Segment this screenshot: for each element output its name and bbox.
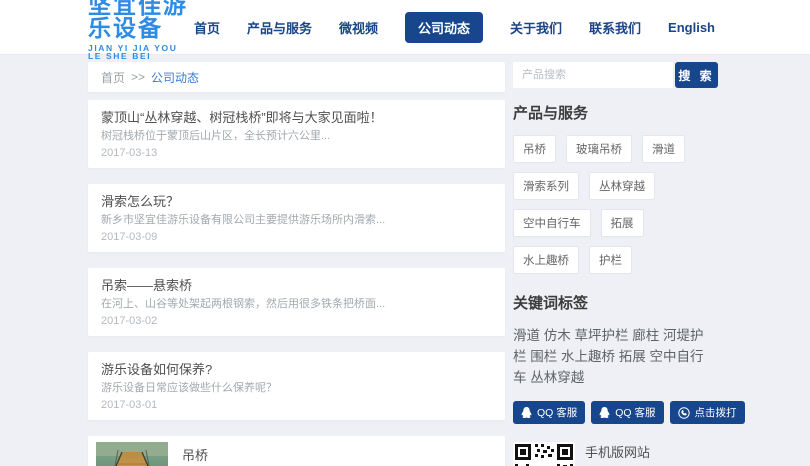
search-input[interactable]	[513, 62, 673, 88]
product-tag-kongzhong-zixingche[interactable]: 空中自行车	[513, 209, 591, 237]
click-to-call-button[interactable]: 点击拨打	[670, 401, 745, 424]
brand-subtitle: JIAN YI JIA YOU LE SHE BEI	[88, 44, 194, 61]
product-tag-diaoqiao[interactable]: 吊桥	[513, 135, 556, 163]
breadcrumb-home-link[interactable]: 首页	[101, 69, 125, 86]
product-tag-tuozhan[interactable]: 拓展	[601, 209, 644, 237]
search-bar: 搜 索	[513, 62, 718, 88]
news-item-2[interactable]: 滑索怎么玩？ 新乡市坚宜佳游乐设备有限公司主要提供游乐场所内滑索... 2017…	[88, 184, 505, 252]
news-date: 2017-03-13	[101, 146, 492, 160]
nav-item-products[interactable]: 产品与服务	[247, 18, 312, 37]
news-date: 2017-03-02	[101, 314, 492, 328]
mobile-site-info: 手机版网站 扫描二维码，即可打开坚宜佳游乐设备手机版网站，随时随地浏览、收藏、分…	[585, 442, 718, 466]
contact-buttons: QQ 客服 QQ 客服 点击拨打	[513, 401, 718, 424]
news-column: 首页 >> 公司动态 蒙顶山“丛林穿越、树冠栈桥”即将与大家见面啦！ 树冠栈桥位…	[88, 62, 505, 466]
news-title: 游乐设备如何保养?	[101, 361, 492, 378]
click-to-call-label: 点击拨打	[695, 405, 737, 420]
news-title: 滑索怎么玩？	[101, 193, 492, 210]
search-button[interactable]: 搜 索	[675, 62, 718, 88]
product-tags: 吊桥 玻璃吊桥 滑道 滑索系列 丛林穿越 空中自行车 拓展 水上趣桥 护栏	[513, 135, 718, 274]
news-title: 吊索——悬索桥	[101, 277, 492, 294]
qrcode-image	[513, 442, 575, 466]
news-item-1[interactable]: 蒙顶山“丛林穿越、树冠栈桥”即将与大家见面啦！ 树冠栈桥位于蒙顶后山片区，全长预…	[88, 100, 505, 168]
breadcrumb-separator: >>	[131, 70, 145, 84]
keywords-text[interactable]: 滑道 仿木 草坪护栏 廊柱 河堤护栏 围栏 水上趣桥 拓展 空中自行车 丛林穿越	[513, 325, 713, 388]
product-tag-huadao[interactable]: 滑道	[642, 135, 685, 163]
breadcrumb-current[interactable]: 公司动态	[151, 69, 199, 86]
main-nav: 首页 产品与服务 微视频 公司动态 关于我们 联系我们 English	[194, 12, 715, 43]
news-title: 吊桥	[182, 447, 492, 464]
nav-item-about[interactable]: 关于我们	[510, 18, 562, 37]
product-tag-hulan[interactable]: 护栏	[589, 246, 632, 274]
brand-logo[interactable]: 坚宜佳游乐设备 JIAN YI JIA YOU LE SHE BEI	[88, 0, 194, 61]
qq-service-button-1[interactable]: QQ 客服	[513, 401, 585, 424]
qq-icon	[599, 407, 610, 419]
sidebar: 搜 索 产品与服务 吊桥 玻璃吊桥 滑道 滑索系列 丛林穿越 空中自行车 拓展 …	[513, 62, 718, 466]
news-summary: 树冠栈桥位于蒙顶后山片区，全长预计六公里...	[101, 129, 492, 144]
products-heading: 产品与服务	[513, 102, 718, 123]
news-summary: 新乡市坚宜佳游乐设备有限公司主要提供游乐场所内滑索...	[101, 213, 492, 228]
phone-icon	[678, 407, 690, 419]
nav-item-videos[interactable]: 微视频	[339, 18, 378, 37]
product-tag-conglin-chuanyue[interactable]: 丛林穿越	[589, 172, 655, 200]
header: 坚宜佳游乐设备 JIAN YI JIA YOU LE SHE BEI 首页 产品…	[0, 0, 810, 55]
brand-title: 坚宜佳游乐设备	[88, 0, 194, 40]
product-tag-boli-diaoqiao[interactable]: 玻璃吊桥	[566, 135, 632, 163]
mobile-site-heading: 手机版网站	[585, 442, 718, 461]
product-tag-huasuo-xilie[interactable]: 滑索系列	[513, 172, 579, 200]
nav-item-home[interactable]: 首页	[194, 18, 220, 37]
nav-item-contact[interactable]: 联系我们	[589, 18, 641, 37]
news-item-3[interactable]: 吊索——悬索桥 在河上、山谷等处架起两根钢索，然后用很多铁条把桥面... 201…	[88, 268, 505, 336]
keywords-heading: 关键词标签	[513, 292, 718, 313]
qq-icon	[521, 407, 532, 419]
news-date: 2017-03-01	[101, 398, 492, 412]
nav-item-english[interactable]: English	[668, 20, 715, 35]
news-date: 2017-03-09	[101, 230, 492, 244]
news-summary: 游乐设备日常应该做些什么保养呢？	[101, 381, 492, 396]
qq-service-label: QQ 客服	[615, 405, 655, 420]
news-thumbnail-bridge-photo	[96, 442, 168, 466]
news-body: 吊桥 吊桥又称悬索桥，由悬索，桥塔，吊杆，锚碇，加劲梁及桥面系所组成 2017-…	[182, 442, 492, 466]
news-item-5[interactable]: 吊桥 吊桥又称悬索桥，由悬索，桥塔，吊杆，锚碇，加劲梁及桥面系所组成 2017-…	[88, 436, 505, 466]
breadcrumb: 首页 >> 公司动态	[88, 62, 505, 92]
nav-item-news[interactable]: 公司动态	[405, 12, 483, 43]
mobile-site-section: 手机版网站 扫描二维码，即可打开坚宜佳游乐设备手机版网站，随时随地浏览、收藏、分…	[513, 442, 718, 466]
news-title: 蒙顶山“丛林穿越、树冠栈桥”即将与大家见面啦！	[101, 109, 492, 126]
qq-service-label: QQ 客服	[537, 405, 577, 420]
main-content: 首页 >> 公司动态 蒙顶山“丛林穿越、树冠栈桥”即将与大家见面啦！ 树冠栈桥位…	[88, 62, 718, 466]
news-item-4[interactable]: 游乐设备如何保养? 游乐设备日常应该做些什么保养呢？ 2017-03-01	[88, 352, 505, 420]
news-summary: 在河上、山谷等处架起两根钢索，然后用很多铁条把桥面...	[101, 297, 492, 312]
qq-service-button-2[interactable]: QQ 客服	[591, 401, 663, 424]
product-tag-shuishang-quqiao[interactable]: 水上趣桥	[513, 246, 579, 274]
